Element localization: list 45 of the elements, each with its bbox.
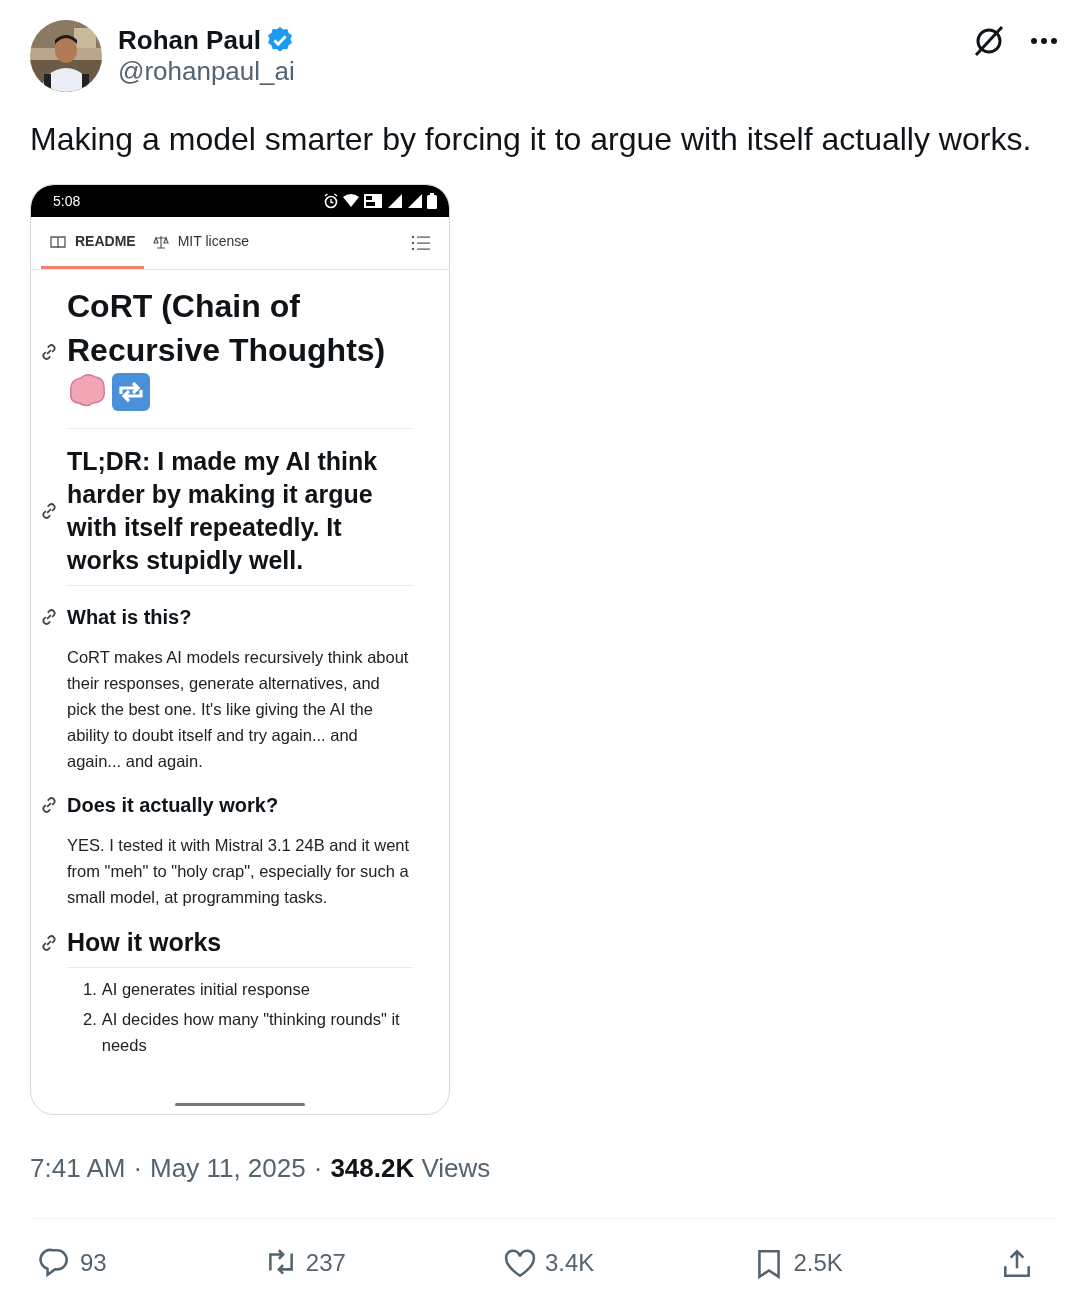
status-time: 5:08	[53, 191, 82, 211]
more-icon[interactable]	[1030, 37, 1058, 45]
paragraph: YES. I tested it with Mistral 3.1 24B and it went from "meh" to "holy crap", especially for such a small model, at programming tasks.	[67, 835, 411, 908]
views-count: 348.2K Views	[330, 1152, 491, 1185]
slashed-circle-icon[interactable]	[972, 24, 1006, 58]
heading: Does it actually work?	[67, 793, 280, 818]
list-icon[interactable]	[411, 234, 431, 252]
heading: TL;DR: I made my AI think harder by making it argue with itself repeatedly. It works stupidly well.	[67, 446, 379, 576]
separator-dot: ·	[313, 1152, 323, 1185]
bookmark-button[interactable]: 2.5K	[751, 1244, 843, 1281]
book-icon	[49, 233, 67, 250]
wifi-icon	[343, 194, 359, 208]
paragraph: CoRT makes AI models recursively think about their responses, generate alternatives, and pick the best one. It's like giving the AI the ability to doubt itself and try again... and again... and again.	[67, 647, 410, 772]
list-item: AI generates initial response	[101, 979, 310, 1000]
license-tab[interactable]: MIT license	[143, 217, 257, 269]
heading: CoRT (Chain of Recursive Thoughts)	[67, 287, 387, 370]
repeat-icon	[111, 372, 151, 412]
list-number: 1.	[83, 979, 97, 1000]
heart-icon	[503, 1246, 537, 1279]
list-number: 2.	[83, 1009, 97, 1030]
link-icon[interactable]	[39, 501, 59, 521]
tweet-date[interactable]: May 11, 2025	[150, 1149, 306, 1188]
tweet-time[interactable]: 7:41 AM	[30, 1149, 126, 1188]
readme-tab[interactable]: README	[41, 217, 144, 269]
link-icon[interactable]	[39, 932, 59, 953]
author-handle[interactable]: @rohanpaul_ai	[118, 55, 972, 87]
repost-button[interactable]: 237	[263, 1244, 346, 1281]
heading: What is this?	[67, 605, 193, 630]
heading: How it works	[67, 927, 223, 958]
alarm-icon	[323, 193, 339, 209]
like-button[interactable]: 3.4K	[503, 1244, 595, 1281]
battery-icon	[427, 193, 437, 209]
signal-icon	[387, 193, 403, 209]
link-icon[interactable]	[39, 342, 59, 362]
link-icon[interactable]	[39, 607, 59, 627]
brain-icon	[67, 372, 107, 408]
scale-icon	[151, 233, 170, 250]
separator-dot: ·	[133, 1152, 143, 1185]
link-icon[interactable]	[39, 795, 59, 815]
list-item: AI decides how many "thinking rounds" it needs	[101, 1009, 401, 1056]
author-name: Rohan Paul	[118, 25, 261, 55]
reply-button[interactable]: 93	[38, 1244, 107, 1281]
volte-icon	[363, 193, 383, 209]
signal-icon	[407, 193, 423, 209]
tweet-text: Making a model smarter by forcing it to argue with itself actually works.	[30, 120, 1033, 158]
